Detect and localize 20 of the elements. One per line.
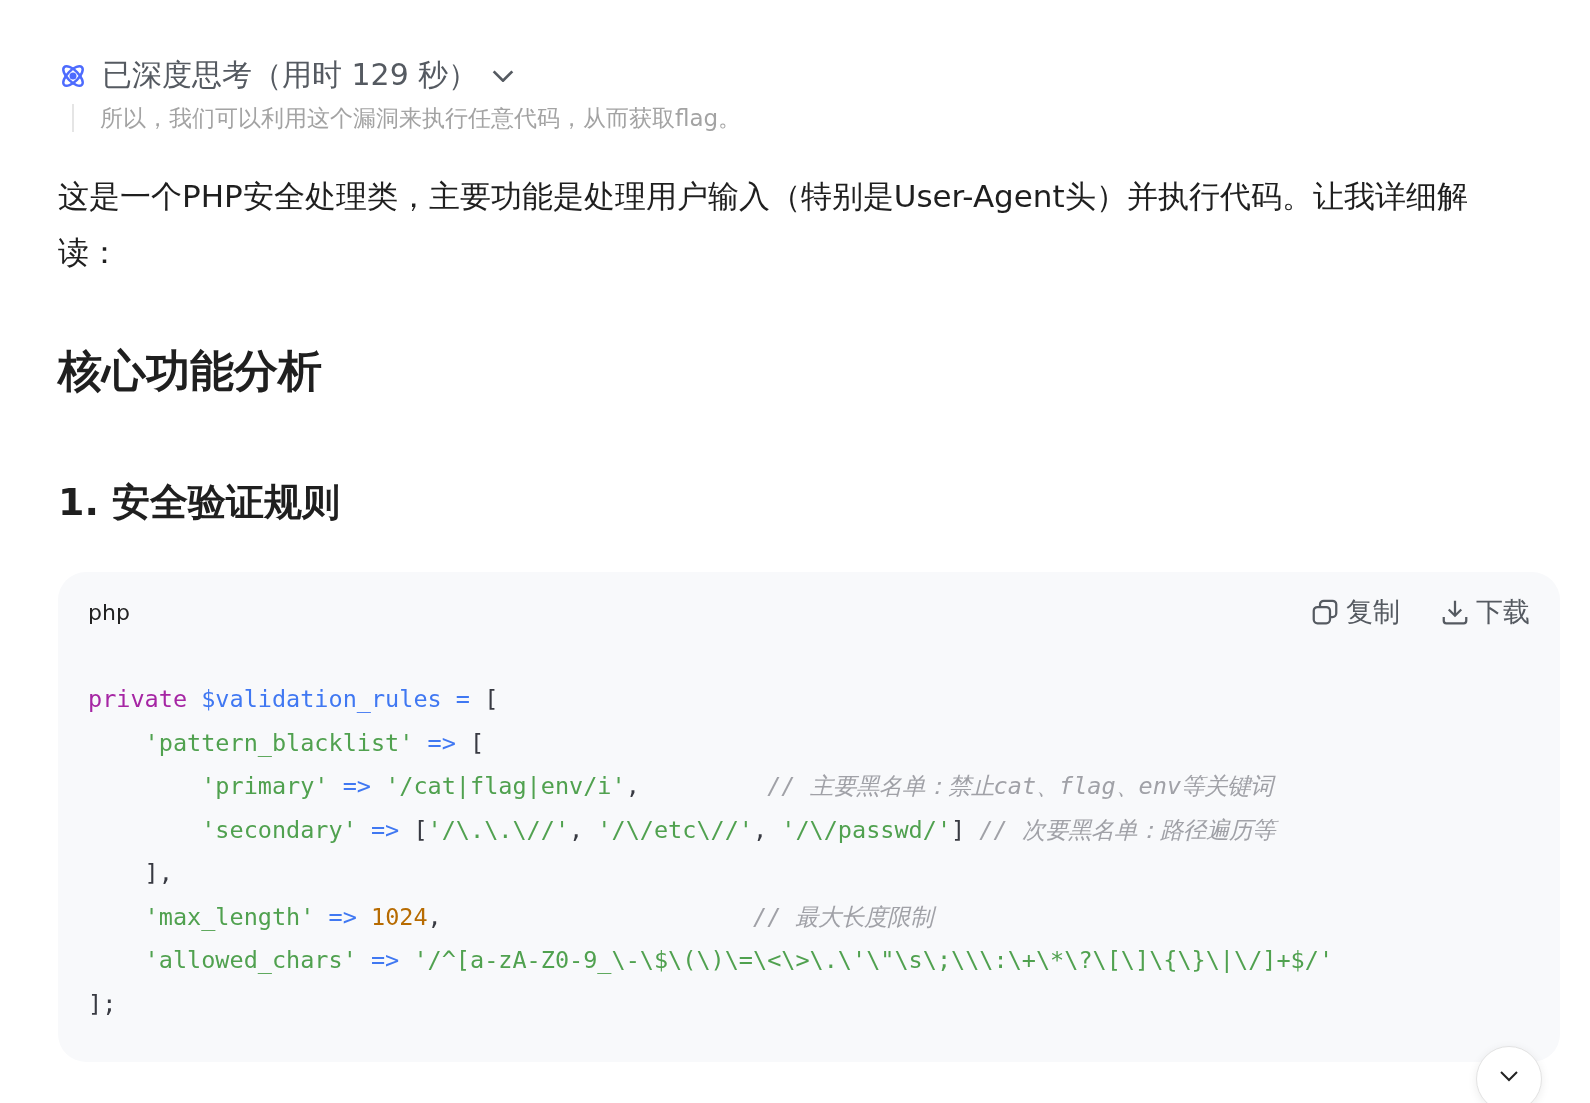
code-line: ], [143,858,174,889]
code-line: ]; [88,988,118,1020]
intro-paragraph: 这是一个PHP安全处理类，主要功能是处理用户输入（特别是User-Agent头）并执行代码。让我详细解读： [58,177,1469,272]
chevron-icon [492,69,515,82]
copy-button[interactable]: 复制 [1310,594,1400,630]
download-button[interactable]: 下载 [1440,594,1530,630]
thinking-label: 已深度思考（用时 129 秒） [102,56,479,94]
code-line: 'max_length' => 1024, // 最大长度限制 [88,895,1530,939]
thinking-toggle[interactable]: 已深度思考（用时 129 秒） [58,55,515,96]
copy-icon [1310,597,1340,627]
thinking-text: 所以，我们可以利用这个漏洞来执行任意代码，从而获取flag。 [100,104,743,132]
code-line: private $validation_rules = [ [88,684,500,715]
subsection-heading: 1. 安全验证规则 [58,479,342,526]
chevron-down-icon [1498,1069,1520,1083]
code-line: 'primary' => '/cat|flag|env/i', // 主要黑名单：禁止cat、flag、env等关键词 [200,771,1277,802]
code-language: php [88,599,130,625]
code-line: 'allowed_chars' => '/^[a-zA-Z0-9_\-\$\(\)\=\<\>\.\'\"\s\;\\\:\+\*\?\[\]\{\}\|\/]+$/' [143,945,1335,976]
code-line: 'pattern_blacklist' => [ [143,727,486,759]
code-line: 'secondary' => ['/\.\.\//', '/\/etc\//', '/\/passwd/'] // 次要黑名单：路径遍历等 [88,808,1530,852]
section-heading: 核心功能分析 [58,344,323,398]
